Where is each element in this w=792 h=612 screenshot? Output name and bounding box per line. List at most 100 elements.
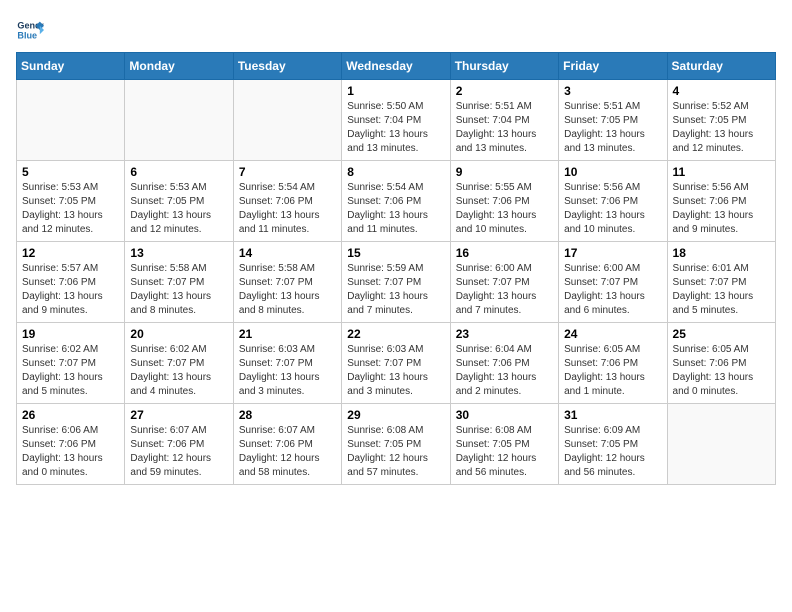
day-number: 21 bbox=[239, 327, 336, 341]
calendar-day-cell: 31 Sunrise: 6:09 AM Sunset: 7:05 PM Dayli… bbox=[559, 404, 667, 485]
calendar-day-cell: 19Sunrise: 6:02 AM Sunset: 7:07 PM Dayli… bbox=[17, 323, 125, 404]
day-number: 30 bbox=[456, 408, 553, 422]
day-info: Sunrise: 6:01 AM Sunset: 7:07 PM Dayligh… bbox=[673, 262, 770, 318]
day-number: 31 bbox=[564, 408, 661, 422]
day-info: Sunrise: 6:02 AM Sunset: 7:07 PM Dayligh… bbox=[130, 343, 227, 399]
day-number: 16 bbox=[456, 246, 553, 260]
calendar-day-cell: 10Sunrise: 5:56 AM Sunset: 7:06 PM Dayli… bbox=[559, 161, 667, 242]
calendar-day-cell: 12 Sunrise: 5:57 AM Sunset: 7:06 PM Dayli… bbox=[17, 242, 125, 323]
day-number: 5 bbox=[22, 165, 119, 179]
day-number: 27 bbox=[130, 408, 227, 422]
day-number: 26 bbox=[22, 408, 119, 422]
day-info: Sunrise: 6:00 AM Sunset: 7:07 PM Dayligh… bbox=[564, 262, 661, 318]
calendar-day-cell bbox=[125, 80, 233, 161]
day-info: Sunrise: 5:52 AM Sunset: 7:05 PM Dayligh… bbox=[673, 100, 770, 156]
day-info: Sunrise: 6:09 AM Sunset: 7:05 PM Dayligh… bbox=[564, 424, 661, 480]
calendar-day-cell bbox=[233, 80, 341, 161]
calendar-week-row: 19 Sunrise: 6:02 AM Sunset: 7:07 PM Dayli… bbox=[17, 323, 776, 404]
calendar-day-cell: 16 Sunrise: 6:00 AM Sunset: 7:07 PM Dayli… bbox=[450, 242, 558, 323]
day-info: Sunrise: 5:50 AM Sunset: 7:04 PM Dayligh… bbox=[347, 100, 444, 156]
calendar-day-cell: 11 Sunrise: 5:56 AM Sunset: 7:06 PM Dayli… bbox=[667, 161, 775, 242]
calendar-day-cell: 15 Sunrise: 5:59 AM Sunset: 7:07 PM Dayli… bbox=[342, 242, 450, 323]
day-info: Sunrise: 6:00 AM Sunset: 7:07 PM Dayligh… bbox=[456, 262, 553, 318]
day-number: 13 bbox=[130, 246, 227, 260]
day-info: Sunrise: 5:58 AM Sunset: 7:07 PM Dayligh… bbox=[239, 262, 336, 318]
calendar-day-cell bbox=[667, 404, 775, 485]
calendar-week-row: 12 Sunrise: 5:57 AM Sunset: 7:06 PM Dayli… bbox=[17, 242, 776, 323]
day-info: Sunrise: 5:53 AM Sunset: 7:05 PM Dayligh… bbox=[22, 181, 119, 237]
calendar-day-cell: 25 Sunrise: 6:05 AM Sunset: 7:06 PM Dayli… bbox=[667, 323, 775, 404]
calendar-header-row: SundayMondayTuesdayWednesdayThursdayFrid… bbox=[17, 53, 776, 80]
calendar-day-cell bbox=[17, 80, 125, 161]
calendar-day-cell: 17 Sunrise: 6:00 AM Sunset: 7:07 PM Dayli… bbox=[559, 242, 667, 323]
day-number: 1 bbox=[347, 84, 444, 98]
day-number: 18 bbox=[673, 246, 770, 260]
calendar-day-cell: 6Sunrise: 5:53 AM Sunset: 7:05 PM Daylig… bbox=[125, 161, 233, 242]
day-number: 6 bbox=[130, 165, 227, 179]
calendar-day-cell: 20 Sunrise: 6:02 AM Sunset: 7:07 PM Dayli… bbox=[125, 323, 233, 404]
day-number: 22 bbox=[347, 327, 444, 341]
calendar-day-cell: 21Sunrise: 6:03 AM Sunset: 7:07 PM Dayli… bbox=[233, 323, 341, 404]
day-info: Sunrise: 5:55 AM Sunset: 7:06 PM Dayligh… bbox=[456, 181, 553, 237]
calendar-day-cell: 30 Sunrise: 6:08 AM Sunset: 7:05 PM Dayli… bbox=[450, 404, 558, 485]
calendar-day-cell: 1 Sunrise: 5:50 AM Sunset: 7:04 PM Daylig… bbox=[342, 80, 450, 161]
day-info: Sunrise: 5:56 AM Sunset: 7:06 PM Dayligh… bbox=[564, 181, 661, 237]
calendar-day-cell: 23 Sunrise: 6:04 AM Sunset: 7:06 PM Dayli… bbox=[450, 323, 558, 404]
calendar-day-cell: 9 Sunrise: 5:55 AM Sunset: 7:06 PM Daylig… bbox=[450, 161, 558, 242]
day-info: Sunrise: 5:57 AM Sunset: 7:06 PM Dayligh… bbox=[22, 262, 119, 318]
calendar-week-row: 1 Sunrise: 5:50 AM Sunset: 7:04 PM Daylig… bbox=[17, 80, 776, 161]
day-info: Sunrise: 6:08 AM Sunset: 7:05 PM Dayligh… bbox=[456, 424, 553, 480]
svg-text:Blue: Blue bbox=[17, 30, 37, 40]
day-info: Sunrise: 5:59 AM Sunset: 7:07 PM Dayligh… bbox=[347, 262, 444, 318]
day-info: Sunrise: 6:03 AM Sunset: 7:07 PM Dayligh… bbox=[347, 343, 444, 399]
calendar-day-cell: 3 Sunrise: 5:51 AM Sunset: 7:05 PM Daylig… bbox=[559, 80, 667, 161]
day-number: 9 bbox=[456, 165, 553, 179]
day-number: 12 bbox=[22, 246, 119, 260]
calendar-day-cell: 28 Sunrise: 6:07 AM Sunset: 7:06 PM Dayli… bbox=[233, 404, 341, 485]
header-thursday: Thursday bbox=[450, 53, 558, 80]
day-number: 17 bbox=[564, 246, 661, 260]
day-number: 8 bbox=[347, 165, 444, 179]
day-number: 15 bbox=[347, 246, 444, 260]
calendar-day-cell: 29 Sunrise: 6:08 AM Sunset: 7:05 PM Dayli… bbox=[342, 404, 450, 485]
calendar-day-cell: 4 Sunrise: 5:52 AM Sunset: 7:05 PM Daylig… bbox=[667, 80, 775, 161]
calendar-day-cell: 18 Sunrise: 6:01 AM Sunset: 7:07 PM Dayli… bbox=[667, 242, 775, 323]
day-info: Sunrise: 6:07 AM Sunset: 7:06 PM Dayligh… bbox=[130, 424, 227, 480]
day-number: 28 bbox=[239, 408, 336, 422]
day-info: Sunrise: 5:58 AM Sunset: 7:07 PM Dayligh… bbox=[130, 262, 227, 318]
day-info: Sunrise: 5:54 AM Sunset: 7:06 PM Dayligh… bbox=[239, 181, 336, 237]
calendar-day-cell: 22 Sunrise: 6:03 AM Sunset: 7:07 PM Dayli… bbox=[342, 323, 450, 404]
calendar-day-cell: 24Sunrise: 6:05 AM Sunset: 7:06 PM Dayli… bbox=[559, 323, 667, 404]
day-number: 25 bbox=[673, 327, 770, 341]
day-info: Sunrise: 6:08 AM Sunset: 7:05 PM Dayligh… bbox=[347, 424, 444, 480]
calendar-day-cell: 5 Sunrise: 5:53 AM Sunset: 7:05 PM Daylig… bbox=[17, 161, 125, 242]
day-number: 3 bbox=[564, 84, 661, 98]
calendar-day-cell: 8 Sunrise: 5:54 AM Sunset: 7:06 PM Daylig… bbox=[342, 161, 450, 242]
day-info: Sunrise: 5:51 AM Sunset: 7:05 PM Dayligh… bbox=[564, 100, 661, 156]
day-number: 20 bbox=[130, 327, 227, 341]
day-number: 7 bbox=[239, 165, 336, 179]
day-number: 11 bbox=[673, 165, 770, 179]
day-info: Sunrise: 5:54 AM Sunset: 7:06 PM Dayligh… bbox=[347, 181, 444, 237]
day-info: Sunrise: 6:07 AM Sunset: 7:06 PM Dayligh… bbox=[239, 424, 336, 480]
day-info: Sunrise: 5:56 AM Sunset: 7:06 PM Dayligh… bbox=[673, 181, 770, 237]
header-monday: Monday bbox=[125, 53, 233, 80]
day-info: Sunrise: 5:51 AM Sunset: 7:04 PM Dayligh… bbox=[456, 100, 553, 156]
header-wednesday: Wednesday bbox=[342, 53, 450, 80]
calendar-week-row: 26Sunrise: 6:06 AM Sunset: 7:06 PM Dayli… bbox=[17, 404, 776, 485]
day-info: Sunrise: 6:04 AM Sunset: 7:06 PM Dayligh… bbox=[456, 343, 553, 399]
day-number: 4 bbox=[673, 84, 770, 98]
day-number: 19 bbox=[22, 327, 119, 341]
page-header: General Blue bbox=[16, 16, 776, 44]
calendar-day-cell: 7 Sunrise: 5:54 AM Sunset: 7:06 PM Daylig… bbox=[233, 161, 341, 242]
day-info: Sunrise: 6:05 AM Sunset: 7:06 PM Dayligh… bbox=[564, 343, 661, 399]
header-saturday: Saturday bbox=[667, 53, 775, 80]
calendar-day-cell: 13 Sunrise: 5:58 AM Sunset: 7:07 PM Dayli… bbox=[125, 242, 233, 323]
day-number: 23 bbox=[456, 327, 553, 341]
logo-icon: General Blue bbox=[16, 16, 44, 44]
calendar-day-cell: 26Sunrise: 6:06 AM Sunset: 7:06 PM Dayli… bbox=[17, 404, 125, 485]
day-info: Sunrise: 6:05 AM Sunset: 7:06 PM Dayligh… bbox=[673, 343, 770, 399]
day-number: 29 bbox=[347, 408, 444, 422]
day-number: 14 bbox=[239, 246, 336, 260]
calendar-day-cell: 27 Sunrise: 6:07 AM Sunset: 7:06 PM Dayli… bbox=[125, 404, 233, 485]
